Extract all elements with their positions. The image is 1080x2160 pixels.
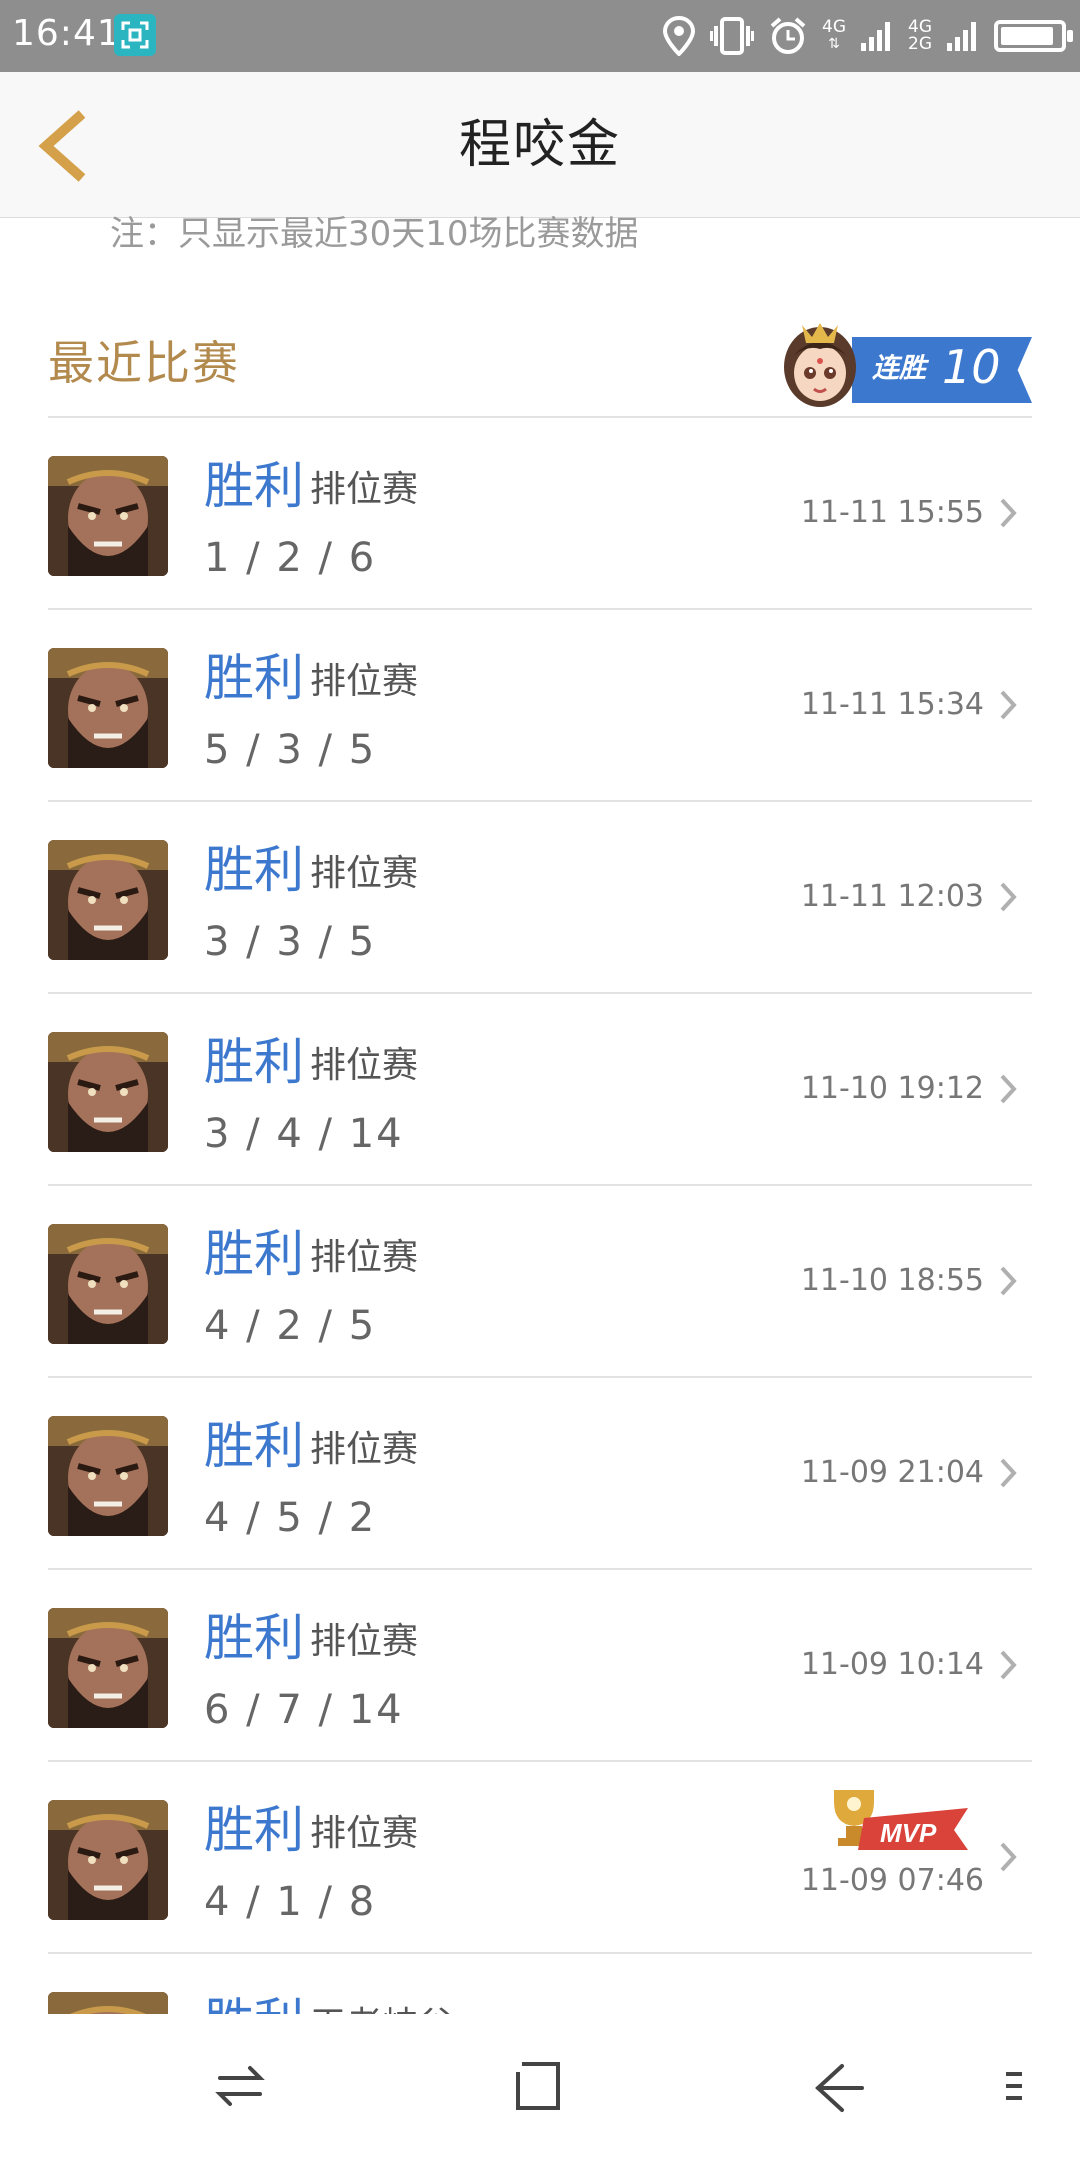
match-mode: 排位赛 [310, 661, 419, 702]
back-arrow-icon [815, 2064, 864, 2112]
back-nav-button[interactable] [808, 2054, 872, 2118]
signal-icon-1 [861, 22, 890, 51]
match-row[interactable]: 胜利 排位赛 4 / 2 / 5 11-10 18:55 [0, 1186, 1080, 1378]
vibrate-icon [710, 17, 754, 55]
chevron-right-icon [998, 688, 1020, 722]
match-mode: 排位赛 [310, 1621, 419, 1662]
switch-arrows-icon [215, 2066, 265, 2106]
match-time: 11-10 18:55 [800, 1263, 984, 1298]
match-result: 胜利 [204, 649, 304, 707]
match-result: 胜利 [204, 457, 304, 515]
match-time: 11-11 12:03 [800, 879, 984, 914]
network-indicator-1: 4G ⇅ [822, 17, 846, 53]
page-title: 程咬金 [458, 115, 621, 175]
status-bar: 16:41 4G ⇅ 4G 2G [0, 0, 1080, 72]
chevron-right-icon [998, 1648, 1020, 1682]
match-time: 11-09 21:04 [800, 1455, 984, 1490]
match-row[interactable]: 胜利 排位赛 4 / 5 / 2 11-09 21:04 [0, 1378, 1080, 1570]
match-kda: 5 / 3 / 5 [204, 727, 377, 773]
match-mode: 排位赛 [310, 469, 419, 510]
match-row[interactable]: 胜利 排位赛 6 / 7 / 14 11-09 10:14 [0, 1570, 1080, 1762]
network-indicator-2: 4G 2G [908, 17, 932, 54]
screen-capture-icon [114, 14, 156, 56]
chevron-right-icon [998, 496, 1020, 530]
hero-avatar [48, 1416, 168, 1536]
match-row[interactable]: 胜利 排位赛 5 / 3 / 5 11-11 15:34 [0, 610, 1080, 802]
chevron-right-icon [998, 1072, 1020, 1106]
match-result: 胜利 [204, 1801, 304, 1859]
match-kda: 6 / 7 / 14 [204, 1687, 404, 1733]
data-range-note: 注：只显示最近30天10场比赛数据 [110, 214, 639, 254]
match-result: 胜利 [204, 1033, 304, 1091]
match-mode: 排位赛 [310, 1237, 419, 1278]
match-time: 11-11 15:34 [800, 687, 984, 722]
home-button[interactable] [508, 2054, 572, 2118]
switch-app-button[interactable] [208, 2054, 272, 2118]
match-kda: 3 / 4 / 14 [204, 1111, 404, 1157]
match-result: 胜利 [204, 1225, 304, 1283]
match-mode: 排位赛 [310, 1045, 419, 1086]
streak-label: 连胜 [872, 353, 926, 384]
match-row[interactable]: 胜利 排位赛 3 / 4 / 14 11-10 19:12 [0, 994, 1080, 1186]
app-header: 程咬金 [0, 72, 1080, 218]
win-streak-badge: 连胜 10 [762, 315, 1032, 415]
battery-icon [994, 20, 1073, 52]
match-kda: 1 / 2 / 6 [204, 535, 377, 581]
system-nav-bar [0, 2014, 1080, 2160]
chevron-right-icon [998, 880, 1020, 914]
match-row[interactable]: 胜利 排位赛 1 / 2 / 6 11-11 15:55 [0, 418, 1080, 610]
hero-avatar [48, 1992, 168, 2014]
mvp-badge: MVP [828, 1784, 970, 1852]
match-mode: 王者峡谷 [310, 2002, 454, 2014]
home-square-icon [516, 2062, 560, 2110]
match-mode: 排位赛 [310, 1813, 419, 1854]
match-time: 11-09 07:46 [800, 1863, 984, 1898]
status-time: 16:41 [12, 13, 121, 54]
hero-avatar [48, 456, 168, 576]
match-list: 胜利 排位赛 1 / 2 / 6 11-11 15:55 胜利 排位赛 5 / … [0, 418, 1080, 2014]
match-result: 胜利 [204, 1609, 304, 1667]
svg-text:MVP: MVP [880, 1818, 937, 1848]
match-result: 胜利 [204, 1990, 304, 2014]
status-icons: 4G ⇅ 4G 2G [662, 12, 1073, 60]
match-time: 11-09 10:14 [800, 1647, 984, 1682]
match-time: 11-10 19:12 [800, 1071, 984, 1106]
match-kda: 3 / 3 / 5 [204, 919, 377, 965]
chevron-right-icon [998, 1840, 1020, 1874]
match-kda: 4 / 2 / 5 [204, 1303, 377, 1349]
menu-icon [1006, 2072, 1022, 2100]
match-mode: 排位赛 [310, 1429, 419, 1470]
hero-avatar [48, 1800, 168, 1920]
hero-avatar [48, 1032, 168, 1152]
battery-level [1001, 27, 1054, 45]
hero-avatar [48, 648, 168, 768]
location-icon [662, 16, 696, 56]
signal-icon-2 [947, 22, 976, 51]
chevron-right-icon [998, 1456, 1020, 1490]
alarm-icon [770, 17, 806, 54]
match-row[interactable]: 胜利 王者峡谷 [0, 1954, 1080, 2014]
chevron-right-icon [998, 1264, 1020, 1298]
streak-count: 10 [942, 340, 1001, 394]
chibi-character-icon [784, 323, 856, 407]
section-title: 最近比赛 [48, 336, 240, 390]
match-kda: 4 / 5 / 2 [204, 1495, 377, 1541]
hero-avatar [48, 1224, 168, 1344]
match-result: 胜利 [204, 1417, 304, 1475]
match-result: 胜利 [204, 841, 304, 899]
hero-avatar [48, 1608, 168, 1728]
menu-button[interactable] [1000, 2054, 1064, 2118]
match-time: 11-11 15:55 [800, 495, 984, 530]
match-row[interactable]: 胜利 排位赛 4 / 1 / 8 MVP 11-09 07:46 [0, 1762, 1080, 1954]
match-kda: 4 / 1 / 8 [204, 1879, 377, 1925]
match-mode: 排位赛 [310, 853, 419, 894]
match-row[interactable]: 胜利 排位赛 3 / 3 / 5 11-11 12:03 [0, 802, 1080, 994]
hero-avatar [48, 840, 168, 960]
